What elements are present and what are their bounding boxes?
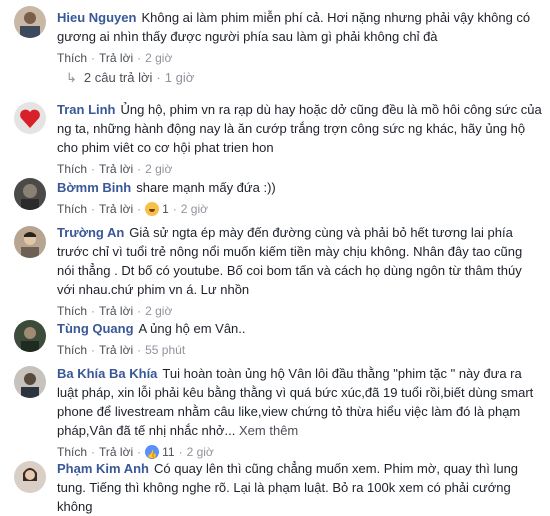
avatar[interactable] [14, 6, 46, 38]
reaction-count[interactable]: 11 [162, 445, 174, 459]
avatar[interactable] [14, 461, 46, 493]
separator: · [91, 202, 96, 216]
haha-reaction-icon[interactable] [145, 202, 160, 216]
comment-text: Tran Linh Ủng hộ, phim vn ra rạp dù hay h… [57, 100, 542, 157]
reply-button[interactable]: Trả lời [99, 304, 133, 318]
separator: · [137, 304, 142, 318]
comment-text: Hieu Nguyen Không ai làm phim miễn phí cả… [57, 8, 542, 46]
reply-button[interactable]: Trả lời [99, 162, 133, 176]
like-button[interactable]: Thích [57, 304, 87, 318]
commenter-name[interactable]: Tùng Quang [57, 321, 134, 336]
separator: · [137, 162, 142, 176]
timestamp[interactable]: 2 giờ [145, 304, 172, 318]
commenter-name[interactable]: Trường An [57, 225, 124, 240]
like-button[interactable]: Thích [57, 51, 87, 65]
like-reaction-icon[interactable] [145, 445, 160, 464]
comment-text: Tùng Quang A ủng hộ em Vân.. [57, 319, 542, 338]
commenter-name[interactable]: Ba Khía Ba Khía [57, 366, 157, 381]
view-replies-link[interactable]: ↳ 2 câu trả lời · 1 giờ [66, 70, 194, 86]
comment-text: Bờmm Binh share mạnh mấy đứa :)) [57, 178, 542, 197]
separator: · [178, 445, 183, 459]
comment-actions: Thích · Trả lời · 2 giờ [57, 160, 542, 178]
avatar[interactable] [14, 226, 46, 258]
timestamp: 1 giờ [164, 70, 195, 85]
comment-content: A ủng hộ em Vân.. [138, 321, 246, 336]
comment-text: Trường An Giả sử ngta ép mày đến đường cù… [57, 223, 542, 299]
separator: · [91, 304, 96, 318]
avatar[interactable] [14, 102, 46, 134]
timestamp[interactable]: 2 giờ [145, 162, 172, 176]
comment-content: Giả sử ngta ép mày đến đường cùng và phả… [57, 225, 523, 297]
like-button[interactable]: Thích [57, 162, 87, 176]
separator: · [91, 343, 96, 357]
reply-button[interactable]: Trả lời [99, 202, 133, 216]
comment-content: Ủng hộ, phim vn ra rạp dù hay hoặc dở cũ… [57, 102, 542, 155]
timestamp[interactable]: 2 giờ [181, 202, 208, 216]
comment-actions: Thích · Trả lời · 2 giờ [57, 49, 542, 67]
separator: · [137, 445, 142, 459]
commenter-name[interactable]: Bờmm Binh [57, 180, 131, 195]
reply-arrow-icon: ↳ [66, 70, 77, 85]
separator: · [137, 202, 142, 216]
comment-content: share mạnh mấy đứa :)) [136, 180, 276, 195]
timestamp[interactable]: 2 giờ [187, 445, 214, 459]
reply-button[interactable]: Trả lời [99, 343, 133, 357]
comment-actions: Thích · Trả lời · 1 · 2 giờ [57, 200, 542, 218]
see-more-link[interactable]: Xem thêm [239, 423, 298, 438]
separator: · [156, 70, 161, 85]
like-button[interactable]: Thích [57, 343, 87, 357]
commenter-name[interactable]: Tran Linh [57, 102, 116, 117]
timestamp[interactable]: 55 phút [145, 343, 185, 357]
separator: · [91, 51, 96, 65]
separator: · [91, 162, 96, 176]
like-button[interactable]: Thích [57, 202, 87, 216]
separator: · [137, 343, 142, 357]
comment-text: Phạm Kim Anh Có quay lên thì cũng chẳng m… [57, 459, 542, 516]
comment-actions: Thích · Trả lời · 55 phút [57, 341, 542, 359]
avatar[interactable] [14, 178, 46, 210]
replies-count[interactable]: 2 câu trả lời [84, 70, 153, 85]
comment-actions: Thích · Trả lời · 2 giờ [57, 302, 542, 320]
separator: · [137, 51, 142, 65]
reaction-count[interactable]: 1 [162, 202, 169, 216]
like-button[interactable]: Thích [57, 445, 87, 459]
separator: · [91, 445, 96, 459]
commenter-name[interactable]: Hieu Nguyen [57, 10, 136, 25]
comment-text: Ba Khía Ba Khía Tui hoàn toàn ủng hộ Vân … [57, 364, 542, 440]
commenter-name[interactable]: Phạm Kim Anh [57, 461, 149, 476]
avatar[interactable] [14, 320, 46, 352]
timestamp[interactable]: 2 giờ [145, 51, 172, 65]
avatar[interactable] [14, 366, 46, 398]
reply-button[interactable]: Trả lời [99, 51, 133, 65]
separator: · [172, 202, 177, 216]
reply-button[interactable]: Trả lời [99, 445, 133, 459]
